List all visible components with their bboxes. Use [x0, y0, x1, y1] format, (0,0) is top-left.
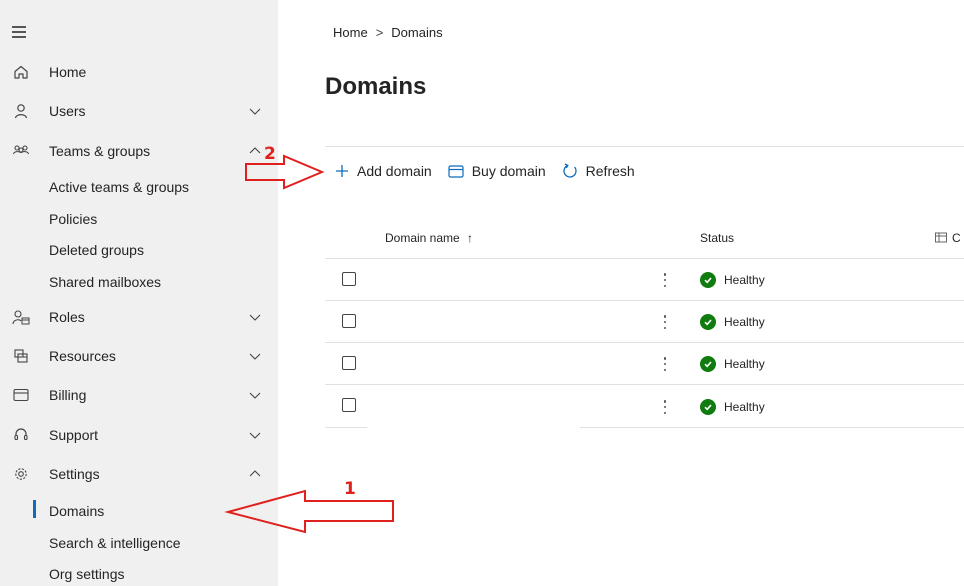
sidebar-sub-org-settings[interactable]: Org settings: [49, 566, 124, 582]
add-domain-label: Add domain: [357, 163, 432, 179]
chevron-down-icon[interactable]: [248, 310, 262, 324]
status-cell: Healthy: [700, 399, 765, 415]
status-cell: Healthy: [700, 314, 765, 330]
active-indicator: [33, 500, 36, 518]
sidebar-sub-policies[interactable]: Policies: [49, 211, 97, 227]
chevron-down-icon[interactable]: [248, 428, 262, 442]
choose-columns-label: C: [952, 231, 961, 245]
buy-domain-label: Buy domain: [471, 163, 546, 179]
status-text: Healthy: [724, 273, 765, 287]
status-text: Healthy: [724, 315, 765, 329]
role-icon: [12, 308, 30, 326]
choose-columns-button[interactable]: C: [935, 231, 961, 245]
row-divider: [325, 258, 964, 259]
nav-item-teams-groups[interactable]: Teams & groups: [0, 135, 278, 167]
nav-label: Users: [49, 103, 86, 119]
status-cell: Healthy: [700, 272, 765, 288]
breadcrumb-current: Domains: [391, 25, 443, 40]
home-icon: [12, 63, 30, 81]
more-options-icon[interactable]: [659, 399, 671, 415]
sort-ascending-icon: ↑: [467, 231, 474, 245]
nav-item-billing[interactable]: Billing: [0, 379, 278, 411]
breadcrumb-home-link[interactable]: Home: [333, 25, 368, 40]
more-options-icon[interactable]: [659, 314, 671, 330]
nav-item-resources[interactable]: Resources: [0, 340, 278, 372]
page-title: Domains: [325, 73, 427, 100]
row-checkbox[interactable]: [342, 314, 356, 328]
card-icon: [448, 164, 464, 178]
status-cell: Healthy: [700, 356, 765, 372]
row-checkbox[interactable]: [342, 272, 356, 286]
buy-domain-button[interactable]: Buy domain: [448, 163, 546, 179]
chevron-up-icon[interactable]: [248, 467, 262, 481]
sidebar-sub-deleted-groups[interactable]: Deleted groups: [49, 242, 144, 258]
nav-label: Teams & groups: [49, 143, 151, 159]
columns-icon: [935, 232, 947, 243]
sidebar-sub-shared-mailboxes[interactable]: Shared mailboxes: [49, 274, 161, 290]
add-domain-button[interactable]: Add domain: [335, 163, 432, 179]
column-label: Domain name: [385, 231, 460, 245]
row-divider: [325, 342, 964, 343]
breadcrumb-separator: >: [375, 25, 384, 40]
nav-label: Support: [49, 427, 99, 443]
billing-card-icon: [12, 386, 30, 404]
nav-item-settings[interactable]: Settings: [0, 458, 278, 490]
status-text: Healthy: [724, 357, 765, 371]
more-options-icon[interactable]: [659, 272, 671, 288]
gear-icon: [12, 465, 30, 483]
command-bar: Add domain Buy domain Refresh: [335, 158, 651, 184]
left-navigation: Home Users Teams & groups Active teams &…: [0, 0, 278, 586]
row-checkbox[interactable]: [342, 398, 356, 412]
sidebar-sub-domains[interactable]: Domains: [49, 503, 104, 519]
breadcrumb: Home > Domains: [333, 25, 443, 40]
headset-icon: [12, 426, 30, 444]
user-icon: [12, 102, 30, 120]
check-circle-icon: [700, 314, 716, 330]
resources-icon: [12, 347, 30, 365]
nav-label: Billing: [49, 387, 87, 403]
annotation-step-2: 2: [264, 144, 276, 164]
sidebar-sub-active-teams[interactable]: Active teams & groups: [49, 179, 189, 195]
more-options-icon[interactable]: [659, 356, 671, 372]
status-text: Healthy: [724, 400, 765, 414]
refresh-label: Refresh: [585, 163, 635, 179]
nav-item-users[interactable]: Users: [0, 95, 278, 127]
row-divider: [325, 384, 964, 385]
column-header-domain-name[interactable]: Domain name ↑: [385, 231, 473, 245]
check-circle-icon: [700, 399, 716, 415]
refresh-icon: [563, 163, 577, 178]
row-divider: [325, 300, 964, 301]
check-circle-icon: [700, 272, 716, 288]
annotation-step-1: 1: [344, 479, 356, 499]
chevron-up-icon[interactable]: [248, 144, 262, 158]
plus-icon: [336, 165, 348, 177]
toolbar-divider: [325, 146, 964, 147]
hamburger-menu-icon[interactable]: [12, 26, 26, 38]
row-divider: [580, 427, 964, 428]
nav-item-home[interactable]: Home: [0, 56, 278, 88]
chevron-down-icon[interactable]: [248, 104, 262, 118]
nav-label: Settings: [49, 466, 100, 482]
row-checkbox[interactable]: [342, 356, 356, 370]
nav-label: Resources: [49, 348, 116, 364]
people-team-icon: [12, 142, 30, 160]
nav-item-support[interactable]: Support: [0, 419, 278, 451]
chevron-down-icon[interactable]: [248, 388, 262, 402]
refresh-button[interactable]: Refresh: [562, 163, 635, 179]
row-divider: [325, 427, 367, 428]
check-circle-icon: [700, 356, 716, 372]
nav-label: Home: [49, 64, 87, 80]
sidebar-sub-search-intelligence[interactable]: Search & intelligence: [49, 535, 181, 551]
nav-label: Roles: [49, 309, 85, 325]
column-header-status[interactable]: Status: [700, 231, 734, 245]
chevron-down-icon[interactable]: [248, 349, 262, 363]
nav-item-roles[interactable]: Roles: [0, 301, 278, 333]
